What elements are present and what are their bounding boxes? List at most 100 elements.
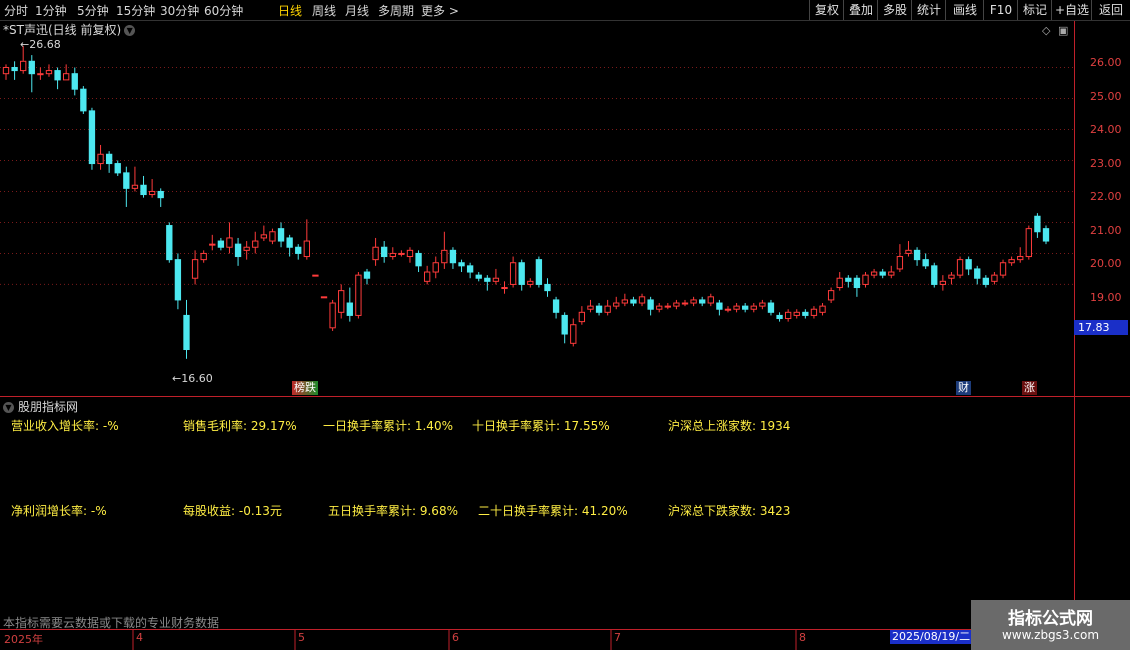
- period-tab-15min[interactable]: 15分钟: [116, 2, 155, 19]
- y-tick-20: 20.00: [1090, 257, 1122, 270]
- period-tab-weekly[interactable]: 周线: [312, 2, 336, 19]
- candle-body: [432, 262, 439, 273]
- candle-body: [716, 302, 723, 310]
- high-price-annotation: ←26.68: [20, 38, 61, 51]
- candle-body: [45, 70, 53, 75]
- candle-body: [570, 324, 577, 344]
- back-button[interactable]: 返回: [1091, 0, 1130, 20]
- f10-button[interactable]: F10: [983, 0, 1018, 20]
- candle-body: [707, 296, 714, 304]
- indicator-name: 股朋指标网: [18, 400, 79, 414]
- candlestick-chart[interactable]: [0, 21, 1074, 396]
- candle-body: [11, 66, 18, 72]
- candle-body: [123, 172, 130, 189]
- panel-divider: [0, 396, 1130, 397]
- candle-body: [853, 277, 861, 289]
- candle-body: [527, 280, 534, 285]
- candle-body: [681, 302, 689, 305]
- candle-body: [879, 271, 886, 276]
- candle-body: [587, 305, 594, 310]
- candle-body: [97, 153, 104, 165]
- candle-body: [1042, 228, 1050, 242]
- candle-body: [381, 246, 388, 258]
- candle-body: [896, 256, 904, 270]
- candle-body: [604, 305, 611, 313]
- gross-margin: 销售毛利率: 29.17%: [183, 419, 297, 433]
- candle-body: [277, 228, 285, 242]
- turnover-20day: 二十日换手率累计: 41.20%: [478, 504, 628, 518]
- period-tab-5min[interactable]: 5分钟: [77, 2, 109, 19]
- add-watchlist-button[interactable]: +自选: [1051, 0, 1092, 20]
- stats-button[interactable]: 统计: [911, 0, 946, 20]
- candle-body: [492, 277, 500, 282]
- candle-body: [974, 268, 981, 279]
- period-tab-60min[interactable]: 60分钟: [204, 2, 243, 19]
- candle-body: [329, 302, 336, 329]
- candle-body: [37, 73, 44, 76]
- candle-body: [802, 311, 809, 316]
- candle-body: [509, 262, 517, 285]
- candle-body: [295, 246, 302, 254]
- draw-button[interactable]: 画线: [945, 0, 984, 20]
- candle-body: [613, 302, 620, 307]
- candle-body: [441, 249, 448, 264]
- period-tab-1min[interactable]: 1分钟: [35, 2, 67, 19]
- finance-tag[interactable]: 财: [956, 381, 971, 395]
- rank-drop-tag[interactable]: 榜跌: [292, 381, 318, 395]
- candle-body: [742, 305, 749, 310]
- candle-body: [518, 262, 525, 285]
- candle-body: [965, 259, 972, 270]
- current-price-badge: 17.83: [1074, 320, 1128, 335]
- period-tab-intraday[interactable]: 分时: [4, 2, 28, 19]
- mark-button[interactable]: 标记: [1017, 0, 1052, 20]
- candle-body: [449, 249, 457, 264]
- candle-body: [956, 259, 964, 276]
- candle-body: [131, 184, 139, 189]
- watermark-logo: 指标公式网 www.zbgs3.com: [971, 600, 1130, 650]
- candle-body: [561, 314, 568, 335]
- candle-body: [20, 60, 27, 72]
- rise-tag[interactable]: 涨: [1022, 381, 1037, 395]
- candle-body: [269, 231, 276, 242]
- candle-body: [398, 252, 405, 255]
- candle-body: [1034, 215, 1041, 233]
- candle-body: [355, 274, 362, 316]
- candle-body: [948, 274, 955, 279]
- period-tab-monthly[interactable]: 月线: [345, 2, 369, 19]
- candle-body: [836, 277, 843, 289]
- overlay-button[interactable]: 叠加: [843, 0, 878, 20]
- timeline-month-6: 6: [452, 631, 459, 644]
- candle-body: [733, 305, 740, 310]
- turnover-5day: 五日换手率累计: 9.68%: [328, 504, 458, 518]
- candle-body: [312, 274, 319, 277]
- candle-body: [338, 290, 345, 313]
- candle-body: [484, 277, 491, 282]
- candle-body: [217, 240, 225, 248]
- y-tick-26: 26.00: [1090, 56, 1122, 69]
- market-decliners: 沪深总下跌家数: 3423: [668, 504, 791, 518]
- candle-body: [578, 311, 586, 323]
- candle-body: [389, 252, 396, 258]
- candle-body: [535, 259, 543, 285]
- multi-stock-button[interactable]: 多股: [877, 0, 912, 20]
- period-tab-multi[interactable]: 多周期: [378, 2, 414, 19]
- period-tab-30min[interactable]: 30分钟: [160, 2, 199, 19]
- candle-body: [819, 305, 826, 313]
- candle-body: [501, 287, 508, 290]
- period-toolbar: 分时 1分钟 5分钟 15分钟 30分钟 60分钟 日线 周线 月线 多周期 更…: [0, 0, 1130, 21]
- candle-body: [913, 249, 921, 261]
- candle-body: [2, 66, 10, 75]
- candle-body: [415, 252, 422, 267]
- adjust-button[interactable]: 复权: [809, 0, 844, 20]
- eps: 每股收益: -0.13元: [183, 504, 282, 518]
- candle-body: [664, 305, 671, 308]
- period-tab-more[interactable]: 更多 >: [421, 2, 459, 19]
- indicator-panel-title[interactable]: ▼ 股朋指标网: [3, 398, 78, 415]
- candle-body: [243, 246, 250, 251]
- chevron-down-icon[interactable]: ▼: [3, 402, 14, 413]
- candle-body: [552, 299, 560, 313]
- period-tab-daily[interactable]: 日线: [278, 2, 302, 19]
- net-profit-growth: 净利润增长率: -%: [11, 504, 107, 518]
- candle-body: [71, 73, 78, 90]
- timeline-month-5: 5: [298, 631, 305, 644]
